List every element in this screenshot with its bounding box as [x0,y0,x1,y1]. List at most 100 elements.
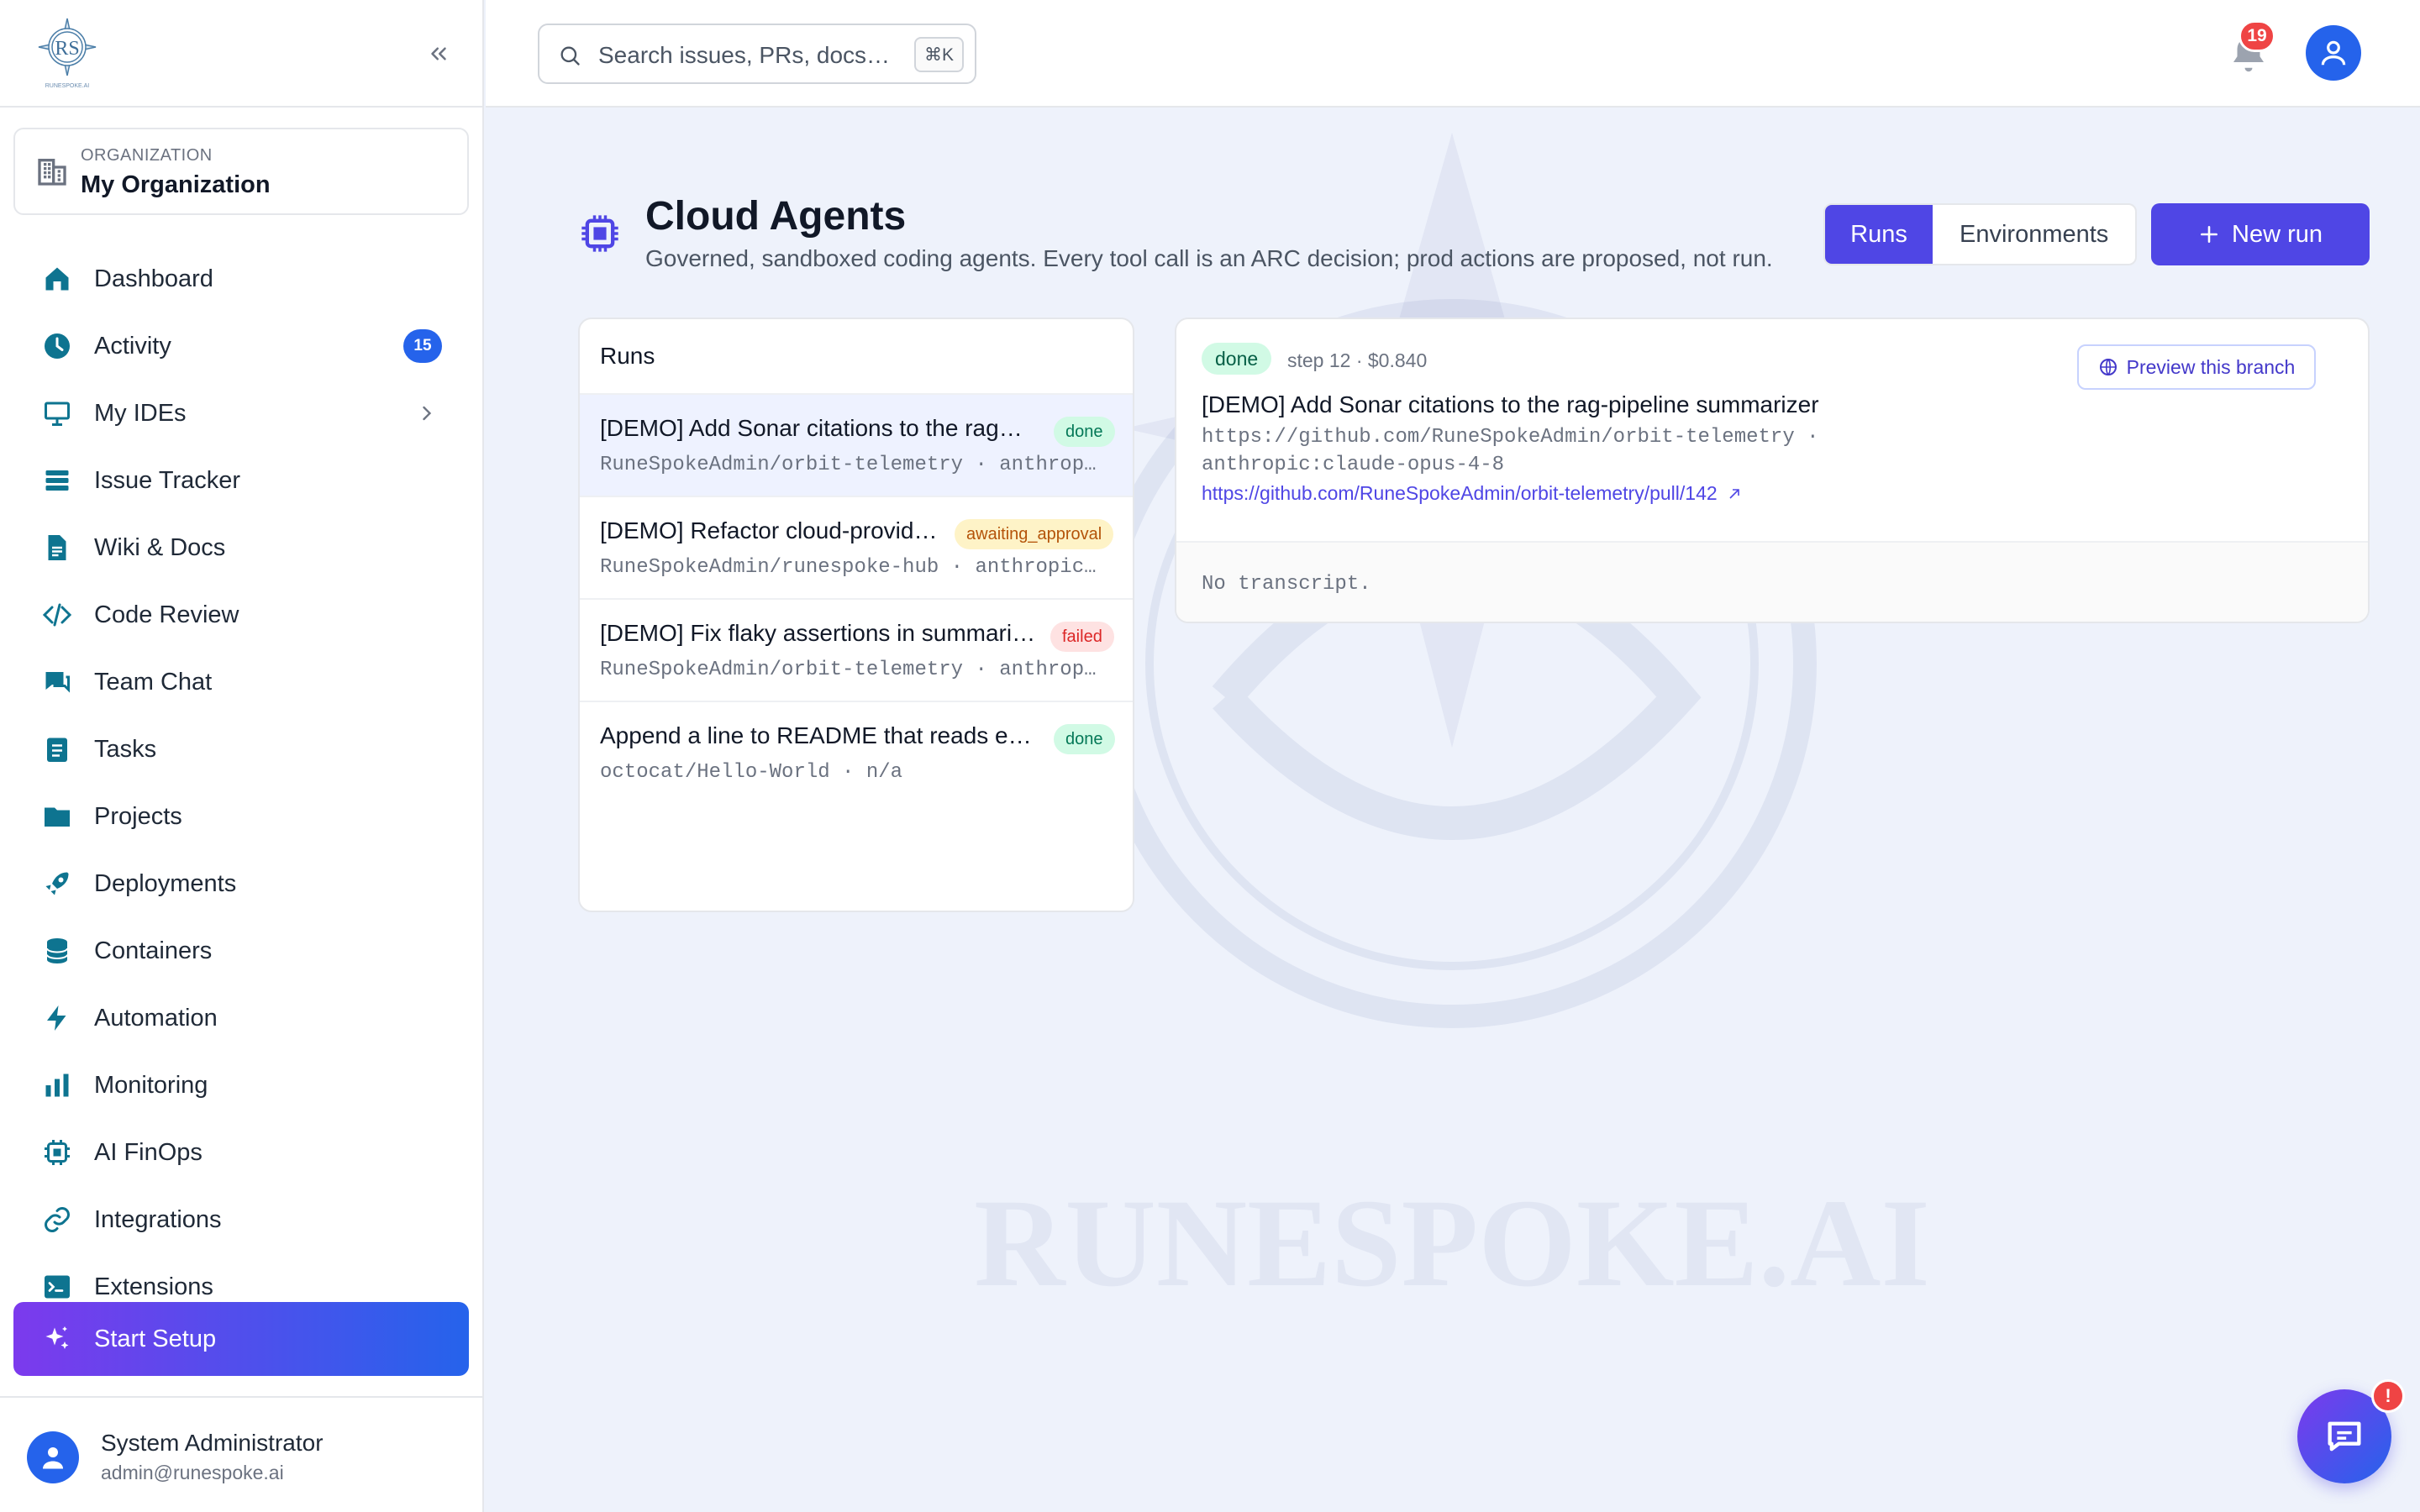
pull-request-link[interactable]: https://github.com/RuneSpokeAdmin/orbit-… [1202,482,1744,505]
chat-bubble-icon [2328,1421,2361,1452]
sidebar-item-issue-tracker[interactable]: Issue Tracker [13,447,469,514]
pull-request-url: https://github.com/RuneSpokeAdmin/orbit-… [1202,482,1718,504]
folder-icon [40,800,74,833]
plus-icon [2201,226,2217,243]
start-setup-button[interactable]: Start Setup [13,1302,469,1376]
run-meta: octocat/Hello-World · n/a [600,761,903,784]
sidebar-item-label: Extensions [94,1273,213,1300]
run-list-item[interactable]: [DEMO] Fix flaky assertions in summarize… [580,598,1133,701]
new-run-label: New run [2232,220,2323,248]
bar-chart-icon [40,1068,74,1102]
run-list-item[interactable]: Append a line to README that reads e… do… [580,701,1133,803]
sidebar-item-label: Projects [94,802,182,830]
chevron-right-icon [423,406,432,421]
runs-panel: Runs [DEMO] Add Sonar citations to the r… [578,318,1134,912]
preview-branch-button[interactable]: Preview this branch [2077,344,2316,390]
sidebar-item-automation[interactable]: Automation [13,984,469,1052]
search-shortcut-hint: ⌘K [914,37,965,72]
sidebar-item-label: Issue Tracker [94,466,241,494]
sidebar-item-my-ides[interactable]: My IDEs [13,380,469,447]
page-title: Cloud Agents [645,194,907,239]
sidebar-item-team-chat[interactable]: Team Chat [13,648,469,716]
preview-branch-label: Preview this branch [2126,355,2296,378]
detail-repo-url: https://github.com/RuneSpokeAdmin/orbit-… [1202,426,1819,449]
link-icon [40,1203,74,1236]
sidebar-item-integrations[interactable]: Integrations [13,1186,469,1253]
sidebar-item-tasks[interactable]: Tasks [13,716,469,783]
sidebar-item-label: Automation [94,1004,218,1032]
current-user[interactable]: System Administrator admin@runespoke.ai [0,1396,484,1512]
sidebar-item-label: AI FinOps [94,1138,203,1166]
run-list-item[interactable]: [DEMO] Refactor cloud-provider adapter a… [580,496,1133,598]
sidebar-item-projects[interactable]: Projects [13,783,469,850]
tab-runs[interactable]: Runs [1825,205,1933,264]
sidebar-item-containers[interactable]: Containers [13,917,469,984]
sidebar-header: RS RUNESPOKE.AI [0,0,482,108]
new-run-button[interactable]: New run [2151,203,2370,265]
sidebar-item-code-review[interactable]: Code Review [13,581,469,648]
run-title: Append a line to README that reads e… [600,722,1032,748]
sidebar-item-monitoring[interactable]: Monitoring [13,1052,469,1119]
detail-step-cost: step 12 · $0.840 [1287,349,1428,371]
search-box[interactable]: ⌘K [538,24,976,84]
run-list-item[interactable]: [DEMO] Add Sonar citations to the rag-pi… [580,393,1133,496]
sidebar-item-label: Code Review [94,601,239,628]
tab-environments[interactable]: Environments [1933,205,2135,264]
sidebar-item-label: Wiki & Docs [94,533,226,561]
monitor-icon [40,396,74,430]
sidebar-item-label: Tasks [94,735,157,763]
sidebar-item-label: Team Chat [94,668,213,696]
run-title: [DEMO] Fix flaky assertions in summarize… [600,620,1039,646]
sidebar-item-dashboard[interactable]: Dashboard [13,245,469,312]
run-meta: RuneSpokeAdmin/runespoke-hub · anthropic… [600,556,1104,579]
chip-icon [40,1136,74,1169]
detail-model: anthropic:claude-opus-4-8 [1202,454,1505,476]
logo-monogram: RS [55,38,79,60]
sidebar-item-wiki-docs[interactable]: Wiki & Docs [13,514,469,581]
detail-repo: https://github.com/RuneSpokeAdmin/orbit-… [1202,423,1874,479]
run-status-badge: done [1054,724,1115,754]
chat-alert-badge: ! [2371,1379,2405,1413]
clock-icon [40,329,74,363]
collapse-sidebar-button[interactable] [420,37,457,71]
activity-count-badge: 15 [403,329,442,363]
code-icon [40,598,74,632]
user-avatar [27,1431,79,1483]
detail-title: [DEMO] Add Sonar citations to the rag-pi… [1202,391,1819,417]
user-icon [2321,40,2346,66]
user-email: admin@runespoke.ai [101,1462,284,1483]
sidebar-item-label: My IDEs [94,399,187,427]
clipboard-icon [40,732,74,766]
layers-icon [40,464,74,497]
account-avatar-button[interactable] [2306,25,2361,81]
run-status-badge: failed [1050,622,1114,652]
run-detail-panel: done step 12 · $0.840 [DEMO] Add Sonar c… [1175,318,2370,623]
watermark-text: RUNESPOKE.AI [974,1173,1930,1313]
external-link-icon [1729,488,1739,499]
sidebar-nav: Dashboard Activity 15 My IDEs Issue Trac… [13,245,469,1320]
run-meta: RuneSpokeAdmin/orbit-telemetry · anthrop… [600,454,1104,476]
sidebar-item-deployments[interactable]: Deployments [13,850,469,917]
building-icon [38,159,66,186]
main-content: RUNESPOKE.AI Cloud Agents Governed, sand… [486,109,2420,1512]
database-icon [40,934,74,968]
transcript-area: No transcript. [1176,541,2368,622]
runespoke-logo[interactable]: RS RUNESPOKE.AI [34,17,101,91]
notifications-badge: 19 [2238,20,2275,52]
page-subtitle: Governed, sandboxed coding agents. Every… [645,245,1773,271]
sidebar-item-activity[interactable]: Activity 15 [13,312,469,380]
organization-switcher[interactable]: ORGANIZATION My Organization [13,128,469,215]
logo-caption: RUNESPOKE.AI [45,83,90,89]
globe-icon [2099,359,2117,375]
run-status-badge: awaiting_approval [955,519,1114,549]
sidebar-item-label: Monitoring [94,1071,208,1099]
bolt-icon [40,1001,74,1035]
home-icon [40,262,74,296]
organization-kicker: ORGANIZATION [81,146,213,165]
search-input[interactable] [598,37,892,74]
view-toggle: Runs Environments [1823,203,2138,265]
sidebar-item-ai-finops[interactable]: AI FinOps [13,1119,469,1186]
start-setup-label: Start Setup [94,1325,217,1352]
transcript-empty-text: No transcript. [1202,573,1371,596]
sidebar: RS RUNESPOKE.AI ORGANIZATION My Organiza… [0,0,484,1512]
